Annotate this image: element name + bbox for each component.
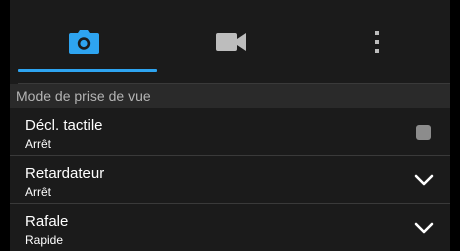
setting-row-burst[interactable]: Rafale Rapide: [10, 205, 450, 251]
setting-row-self-timer[interactable]: Retardateur Arrêt: [10, 157, 450, 204]
setting-row-touch-shutter[interactable]: Décl. tactile Arrêt: [10, 109, 450, 156]
touch-shutter-checkbox[interactable]: [416, 125, 431, 140]
setting-title: Décl. tactile: [25, 117, 103, 134]
video-camera-icon: [215, 32, 246, 51]
section-header: Mode de prise de vue: [10, 84, 450, 108]
setting-title: Retardateur: [25, 165, 105, 182]
tab-more[interactable]: [304, 0, 450, 83]
active-tab-indicator: [18, 69, 157, 72]
chevron-down-icon[interactable]: [414, 222, 434, 234]
camera-settings-panel: Mode de prise de vue Décl. tactile Arrêt…: [10, 0, 450, 251]
tab-video[interactable]: [157, 0, 304, 83]
setting-value: Rapide: [25, 233, 64, 247]
setting-title: Rafale: [25, 213, 69, 230]
setting-value: Arrêt: [25, 137, 52, 151]
chevron-down-icon[interactable]: [414, 174, 434, 186]
camera-icon: [68, 29, 99, 54]
more-vert-icon: [375, 30, 379, 53]
settings-tab-bar: [10, 0, 450, 83]
setting-value: Arrêt: [25, 185, 52, 199]
